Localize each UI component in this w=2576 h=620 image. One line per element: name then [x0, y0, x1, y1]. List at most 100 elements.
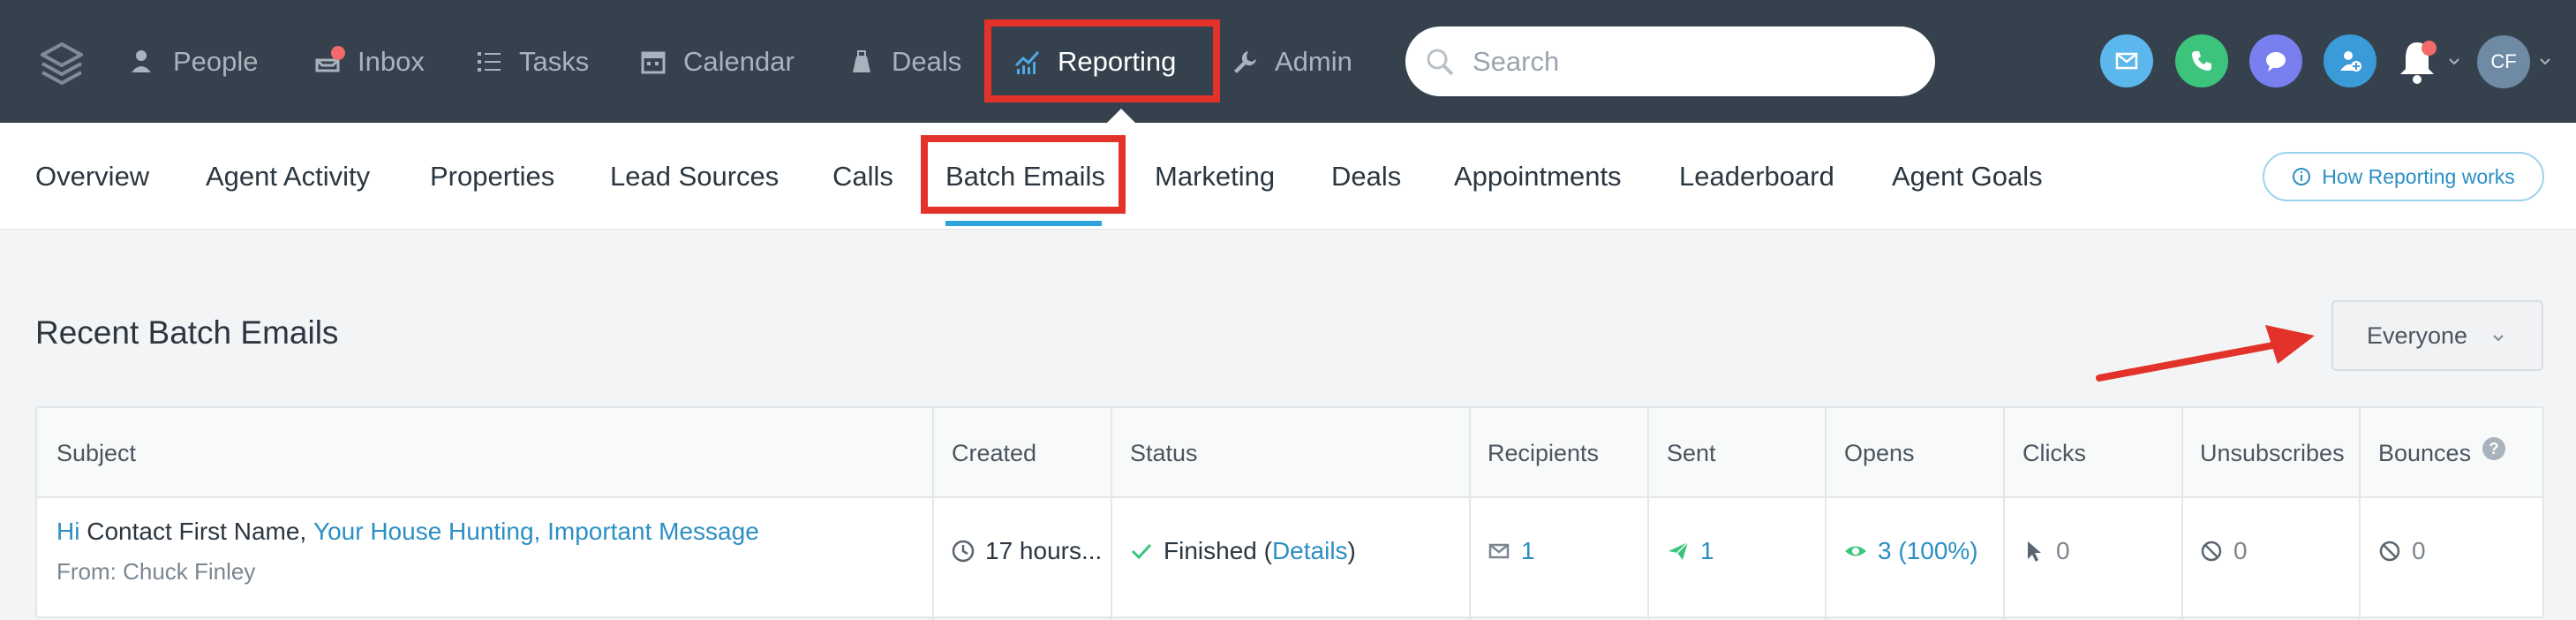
search-icon	[1427, 49, 1454, 75]
search-input[interactable]	[1473, 45, 1896, 78]
nav-calendar[interactable]: Calendar	[639, 0, 795, 123]
nav-deals[interactable]: Deals	[847, 0, 961, 123]
active-caret	[1107, 109, 1135, 123]
header-bounces-label: Bounces	[2378, 439, 2472, 466]
agent-filter-dropdown[interactable]: Everyone	[2331, 300, 2543, 371]
nav-calendar-label: Calendar	[683, 45, 795, 77]
svg-text:?: ?	[2489, 440, 2499, 457]
cursor-icon	[2028, 541, 2041, 562]
deals-icon	[853, 49, 870, 72]
how-reporting-works-label: How Reporting works	[2322, 164, 2515, 188]
sent-cell[interactable]: 1	[1667, 537, 1714, 565]
status-paren-close: )	[1347, 537, 1356, 564]
chevron-down-icon[interactable]	[2537, 53, 2553, 69]
clock-icon	[952, 540, 975, 563]
header-clicks[interactable]: Clicks	[2022, 408, 2086, 498]
nav-admin[interactable]: Admin	[1231, 0, 1352, 123]
nav-inbox[interactable]: Inbox	[313, 0, 425, 123]
chevron-down-icon[interactable]	[2446, 53, 2462, 69]
created-cell: 17 hours...	[952, 537, 1102, 565]
top-navigation-bar: People Inbox Tasks Calendar Deals Report…	[0, 0, 2576, 123]
email-button[interactable]	[2100, 34, 2153, 87]
tab-lead-sources[interactable]: Lead Sources	[610, 123, 779, 230]
app-logo-icon[interactable]	[39, 41, 85, 87]
header-created[interactable]: Created	[952, 408, 1036, 498]
tab-agent-activity[interactable]: Agent Activity	[206, 123, 370, 230]
eye-icon	[1845, 546, 1866, 556]
calendar-icon	[641, 51, 666, 73]
tab-calls[interactable]: Calls	[832, 123, 893, 230]
subject-merge-field: Contact First Name,	[87, 518, 307, 545]
tasks-icon	[478, 51, 501, 72]
subject-prefix[interactable]: Hi	[56, 518, 79, 546]
nav-inbox-label: Inbox	[358, 45, 425, 77]
opens-cell[interactable]: 3 (100%)	[1844, 537, 1978, 565]
mail-icon	[2115, 52, 2138, 70]
add-contact-button[interactable]	[2324, 34, 2376, 87]
nav-people-label: People	[173, 45, 259, 77]
unsubscribes-cell: 0	[2200, 537, 2248, 565]
active-tab-underline	[945, 221, 1102, 226]
header-opens[interactable]: Opens	[1844, 408, 1915, 498]
nav-tasks-label: Tasks	[519, 45, 590, 77]
unsubscribes-value: 0	[2233, 537, 2248, 564]
user-initials: CF	[2490, 50, 2517, 72]
info-icon	[2293, 168, 2311, 185]
nav-people[interactable]: People	[129, 0, 259, 123]
inbox-notification-dot	[331, 46, 345, 60]
subject-text[interactable]: Your House Hunting, Important Message	[313, 518, 759, 546]
header-subject[interactable]: Subject	[56, 408, 136, 498]
checkmark-icon	[1131, 543, 1152, 560]
batch-emails-table: Subject Created Status Recipients Sent O…	[35, 406, 2544, 620]
help-icon[interactable]: ?	[2482, 436, 2506, 461]
recipients-value: 1	[1521, 537, 1535, 564]
people-icon	[132, 49, 151, 72]
nav-admin-label: Admin	[1275, 45, 1352, 77]
envelope-icon	[1488, 543, 1510, 559]
blocked-icon	[2379, 541, 2400, 562]
how-reporting-works-button[interactable]: How Reporting works	[2263, 152, 2544, 201]
paper-plane-icon	[1668, 541, 1689, 560]
chat-button[interactable]	[2249, 34, 2302, 87]
tab-properties[interactable]: Properties	[430, 123, 554, 230]
created-value: 17 hours...	[985, 537, 1103, 564]
column-divider	[2003, 408, 2005, 620]
clicks-cell: 0	[2022, 537, 2070, 565]
header-bounces[interactable]: Bounces ?	[2378, 408, 2506, 498]
tab-overview[interactable]: Overview	[35, 123, 149, 230]
agent-filter-value: Everyone	[2367, 321, 2468, 349]
tab-deals[interactable]: Deals	[1331, 123, 1401, 230]
tab-leaderboard[interactable]: Leaderboard	[1679, 123, 1834, 230]
status-paren-open: (	[1256, 537, 1272, 564]
status-details-link[interactable]: Details	[1272, 537, 1348, 565]
blocked-icon	[2201, 541, 2222, 562]
clicks-value: 0	[2056, 537, 2070, 564]
recipients-cell[interactable]: 1	[1488, 537, 1535, 565]
column-divider	[2359, 408, 2361, 620]
user-avatar[interactable]: CF	[2477, 35, 2530, 88]
column-divider	[1111, 408, 1112, 620]
status-value: Finished	[1164, 537, 1257, 564]
tab-agent-goals[interactable]: Agent Goals	[1892, 123, 2043, 230]
table-header: Subject Created Status Recipients Sent O…	[37, 408, 2542, 498]
bounces-cell: 0	[2378, 537, 2426, 565]
reporting-annotation-box	[984, 19, 1220, 102]
subject-cell[interactable]: Hi Contact First Name, Your House Huntin…	[56, 518, 759, 546]
chat-bubble-icon	[2266, 52, 2286, 72]
wrench-icon	[1234, 50, 1256, 73]
column-divider	[1825, 408, 1827, 620]
annotation-arrow	[2096, 325, 2315, 382]
phone-icon	[2192, 51, 2211, 71]
tab-marketing[interactable]: Marketing	[1155, 123, 1275, 230]
header-status[interactable]: Status	[1130, 408, 1198, 498]
header-sent[interactable]: Sent	[1667, 408, 1716, 498]
opens-value: 3 (100%)	[1878, 537, 1978, 564]
from-line: From: Chuck Finley	[56, 558, 256, 585]
header-recipients[interactable]: Recipients	[1488, 408, 1599, 498]
call-button[interactable]	[2175, 34, 2228, 87]
nav-tasks[interactable]: Tasks	[475, 0, 589, 123]
sent-value: 1	[1700, 537, 1714, 564]
header-unsubscribes[interactable]: Unsubscribes	[2200, 408, 2345, 498]
tab-appointments[interactable]: Appointments	[1454, 123, 1622, 230]
search-bar[interactable]	[1405, 26, 1935, 96]
